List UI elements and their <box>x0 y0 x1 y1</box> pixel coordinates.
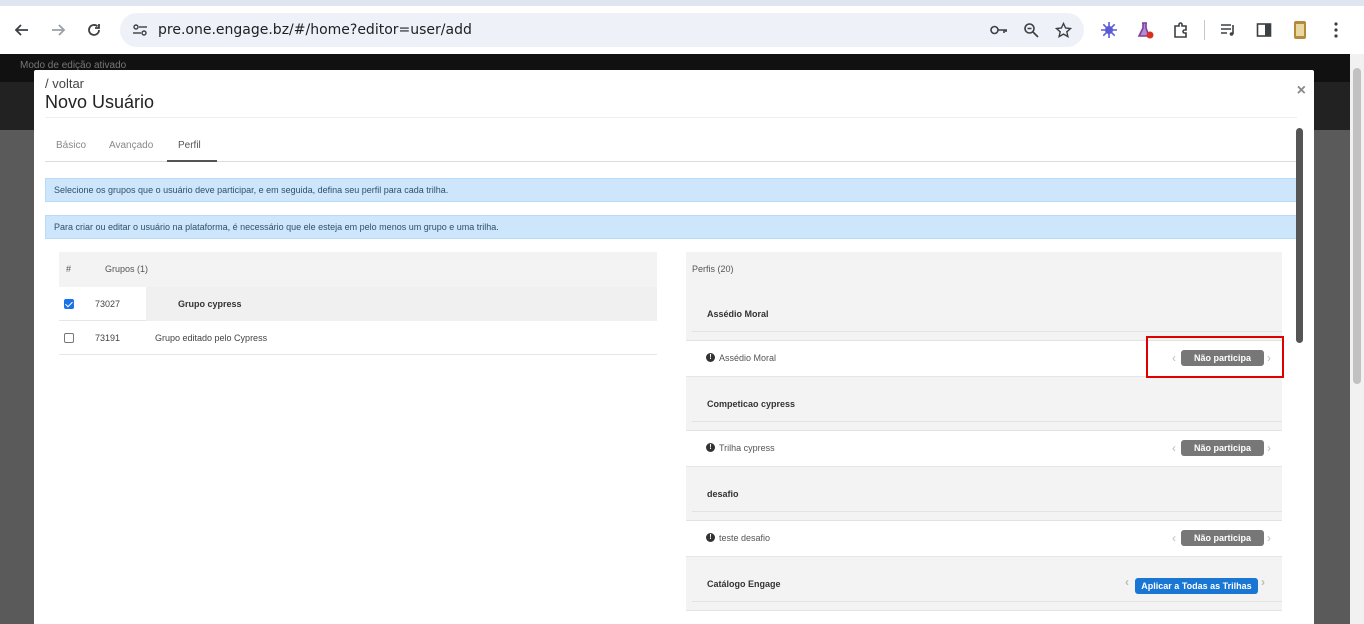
arrow-left-icon <box>14 24 28 36</box>
side-panel-icon[interactable] <box>1251 17 1277 43</box>
profiles-panel: Perfis (20) Assédio Moral ! Assédio Mora… <box>686 252 1282 611</box>
groups-table-header: # Grupos (1) <box>59 252 657 287</box>
chevron-right-icon[interactable]: › <box>1267 441 1271 455</box>
active-tab-indicator <box>167 160 217 162</box>
profiles-header: Perfis (20) <box>686 252 1282 287</box>
info-icon[interactable]: ! <box>706 443 715 452</box>
apply-all-button[interactable]: Aplicar a Todas as Trilhas <box>1135 578 1258 594</box>
profile-row: ! Trilha cypress ‹ Não participa › <box>686 431 1282 467</box>
table-row[interactable]: 73191 Grupo editado pelo Cypress <box>59 321 657 355</box>
extension-burst-icon[interactable] <box>1096 17 1122 43</box>
profiles-count: Perfis (20) <box>692 264 734 274</box>
group-checkbox[interactable] <box>64 299 74 309</box>
chevron-right-icon[interactable]: › <box>1261 575 1265 589</box>
page-scrollbar[interactable] <box>1350 54 1364 624</box>
group-id: 73027 <box>95 299 121 309</box>
reload-button[interactable] <box>76 12 112 48</box>
group-checkbox[interactable] <box>64 333 74 343</box>
group-name[interactable]: Grupo cypress <box>178 299 242 309</box>
page-scrollbar-thumb[interactable] <box>1353 68 1361 384</box>
modal-scrollbar-thumb[interactable] <box>1296 128 1303 343</box>
profile-group-name: Competicao cypress <box>707 399 796 409</box>
toolbar-separator <box>1204 20 1205 40</box>
trail-name: teste desafio <box>719 533 771 543</box>
col-groups: Grupos (1) <box>105 264 149 274</box>
arrow-right-icon <box>52 24 66 36</box>
profile-avatar-icon[interactable] <box>1287 17 1313 43</box>
tab-perfil[interactable]: Perfil <box>178 140 201 151</box>
profile-group: desafio <box>686 467 1282 521</box>
profile-group: Catálogo Engage ‹ Aplicar a Todas as Tri… <box>686 557 1282 611</box>
chevron-left-icon[interactable]: ‹ <box>1125 575 1129 589</box>
back-button[interactable] <box>4 12 40 48</box>
site-settings-icon[interactable] <box>122 13 158 47</box>
back-link[interactable]: / voltar <box>45 76 84 91</box>
zoom-icon[interactable] <box>1020 19 1042 41</box>
bookmark-star-icon[interactable] <box>1052 19 1074 41</box>
group-name[interactable]: Grupo editado pelo Cypress <box>155 333 267 343</box>
extensions-puzzle-icon[interactable] <box>1168 17 1194 43</box>
profile-row: ! teste desafio ‹ Não participa › <box>686 521 1282 557</box>
chevron-right-icon[interactable]: › <box>1267 531 1271 545</box>
highlight-box <box>1146 336 1284 378</box>
info-icon[interactable]: ! <box>706 533 715 542</box>
url-text[interactable]: pre.one.engage.bz/#/home?editor=user/add <box>158 22 472 38</box>
profile-tabs: Básico Avançado Perfil <box>45 130 1297 162</box>
trail-name: Trilha cypress <box>719 443 775 453</box>
table-row[interactable]: 73027 Grupo cypress <box>59 287 657 321</box>
groups-table: # Grupos (1) 73027 Grupo cypress 73191 G… <box>59 252 657 355</box>
browser-menu-icon[interactable] <box>1323 17 1349 43</box>
close-icon[interactable]: × <box>1297 82 1306 100</box>
trail-name: Assédio Moral <box>719 353 777 363</box>
tab-basico[interactable]: Básico <box>56 140 86 151</box>
status-pill[interactable]: Não participa <box>1181 440 1264 456</box>
profile-group-name: Catálogo Engage <box>707 579 781 589</box>
chevron-left-icon[interactable]: ‹ <box>1172 441 1176 455</box>
address-bar[interactable]: pre.one.engage.bz/#/home?editor=user/add <box>120 13 1084 47</box>
status-pill[interactable]: Não participa <box>1181 530 1264 546</box>
forward-button[interactable] <box>40 12 76 48</box>
profile-group-name: Assédio Moral <box>707 309 769 319</box>
tab-avancado[interactable]: Avançado <box>109 140 153 151</box>
modal-title: Novo Usuário <box>45 92 155 112</box>
media-control-icon[interactable] <box>1215 17 1241 43</box>
profile-group-name: desafio <box>707 489 739 499</box>
reload-icon <box>88 24 100 36</box>
key-icon[interactable] <box>988 19 1010 41</box>
extension-flask-icon[interactable] <box>1132 17 1158 43</box>
info-icon[interactable]: ! <box>706 353 715 362</box>
group-id: 73191 <box>95 333 121 343</box>
alert-select-groups: Selecione os grupos que o usuário deve p… <box>45 178 1297 202</box>
profile-group: Assédio Moral <box>686 287 1282 341</box>
profile-group: Competicao cypress <box>686 377 1282 431</box>
browser-toolbar: pre.one.engage.bz/#/home?editor=user/add <box>0 6 1364 54</box>
title-divider <box>45 117 1297 118</box>
chevron-left-icon[interactable]: ‹ <box>1172 531 1176 545</box>
col-hash: # <box>66 264 72 274</box>
alert-requirement: Para criar ou editar o usuário na plataf… <box>45 215 1297 239</box>
extensions-area <box>1096 13 1349 47</box>
